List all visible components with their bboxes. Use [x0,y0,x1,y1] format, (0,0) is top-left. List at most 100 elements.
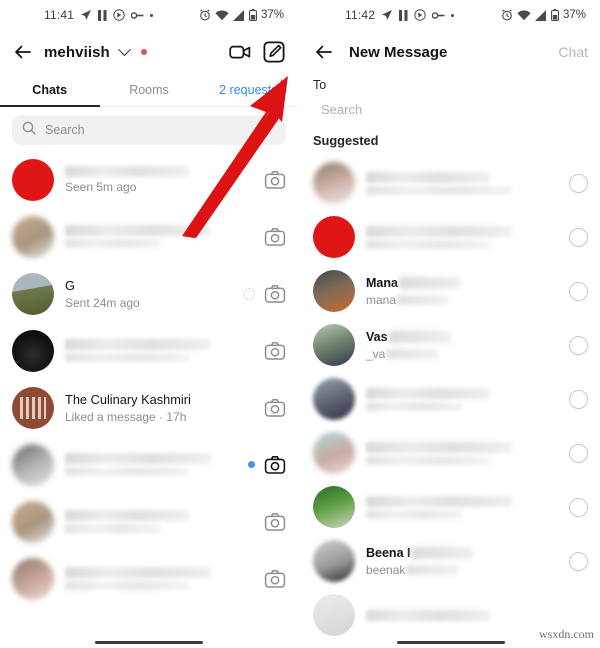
avatar[interactable] [313,216,355,258]
home-gesture-pill[interactable] [95,641,203,644]
list-item[interactable] [301,156,600,210]
list-item[interactable]: Mana mana [301,264,600,318]
name-blur-mask [398,276,461,289]
list-item[interactable] [301,480,600,534]
home-gesture-pill[interactable] [396,641,505,644]
chat-row[interactable]: G Sent 24m ago [0,265,298,322]
tab-requests[interactable]: 2 requests [199,74,298,106]
suggested-name-blurred [366,171,490,183]
compose-pencil-icon[interactable] [262,40,286,64]
link-icon [432,11,445,20]
radio-circle-icon[interactable] [569,227,588,247]
avatar[interactable] [12,386,54,429]
avatar[interactable] [12,443,54,486]
suggested-username-blurred [366,509,462,519]
right-phone-screen: 11:42 37% New Message Chat To Search Sug… [301,0,600,648]
radio-circle-icon[interactable] [569,173,588,193]
chat-subtitle-blurred [65,581,189,590]
list-item[interactable]: Vas _va [301,318,600,372]
suggested-username-blurred [366,401,462,411]
camera-icon[interactable] [264,454,286,476]
avatar[interactable] [12,500,54,543]
chat-button[interactable]: Chat [558,44,588,60]
active-tab-indicator [0,105,100,107]
battery-icon [248,9,257,21]
chat-row[interactable] [0,436,298,493]
camera-icon[interactable] [264,511,286,533]
avatar[interactable] [313,270,355,312]
watermark: wsxdn.com [539,627,594,641]
avatar[interactable] [12,215,54,258]
avatar[interactable] [12,329,54,372]
camera-icon[interactable] [264,169,286,191]
chat-row[interactable] [0,550,298,607]
wifi-icon [215,9,229,21]
list-item[interactable] [301,210,600,264]
battery-icon [550,9,559,21]
unread-dot-icon [248,461,255,468]
radio-circle-icon[interactable] [569,389,588,409]
avatar[interactable] [313,162,355,204]
suggested-name-blurred [366,387,490,399]
chat-row[interactable] [0,493,298,550]
username-blur-mask [397,294,450,305]
dot-icon [150,13,154,17]
back-arrow-icon[interactable] [12,41,34,63]
radio-circle-icon[interactable] [569,551,588,571]
avatar[interactable] [12,158,54,201]
suggested-username-blurred [366,455,490,465]
chat-name-blurred [65,567,211,578]
chat-row[interactable] [0,208,298,265]
alarm-icon [199,9,211,21]
camera-icon[interactable] [264,568,286,590]
chat-subtitle: Sent 24m ago [65,295,140,310]
chat-name: G [65,277,75,293]
radio-circle-icon[interactable] [569,443,588,463]
tab-rooms-label: Rooms [129,83,169,97]
video-camera-icon[interactable] [228,40,252,64]
suggested-name: Mana [366,276,558,290]
android-nav-bar-left [0,641,298,644]
recipient-search-input[interactable]: Search [301,94,600,129]
chat-name-blurred [65,339,211,350]
list-item[interactable] [301,372,600,426]
link-icon [131,11,144,20]
radio-circle-icon[interactable] [569,281,588,301]
tab-chats[interactable]: Chats [0,74,99,106]
chevron-down-icon[interactable] [117,42,131,56]
status-bar-left: 11:41 37% [0,0,298,30]
search-input[interactable]: Search [12,115,286,145]
avatar[interactable] [313,540,355,582]
list-item[interactable] [301,426,600,480]
avatar[interactable] [12,557,54,600]
battery-percent: 37% [562,9,586,21]
page-title[interactable]: mehviish [44,44,110,61]
avatar[interactable] [313,594,355,636]
chat-name-blurred [65,225,211,236]
tab-rooms[interactable]: Rooms [99,74,198,106]
dual-phone-screenshot: 11:41 37% mehviish Chats Rooms 2 request… [0,0,600,648]
avatar[interactable] [313,378,355,420]
avatar[interactable] [313,324,355,366]
chat-row[interactable]: The Culinary Kashmiri Liked a message · … [0,379,298,436]
list-item[interactable]: Beena I beenak [301,534,600,588]
avatar[interactable] [313,486,355,528]
radio-circle-icon[interactable] [569,335,588,355]
name-blur-mask [411,546,474,559]
suggested-name-blurred [366,495,512,507]
chat-row[interactable] [0,322,298,379]
chat-row[interactable]: Seen 5m ago [0,151,298,208]
camera-icon[interactable] [264,340,286,362]
radio-circle-icon[interactable] [569,497,588,517]
camera-icon[interactable] [264,283,286,305]
pending-spinner-icon [243,287,255,300]
suggested-label: Suggested [313,133,379,148]
suggested-name-blurred [366,225,512,237]
camera-icon[interactable] [264,397,286,419]
avatar[interactable] [313,432,355,474]
camera-icon[interactable] [264,226,286,248]
direct-header: mehviish [0,30,298,74]
record-icon [113,9,125,21]
avatar[interactable] [12,272,54,315]
back-arrow-icon[interactable] [313,41,335,63]
